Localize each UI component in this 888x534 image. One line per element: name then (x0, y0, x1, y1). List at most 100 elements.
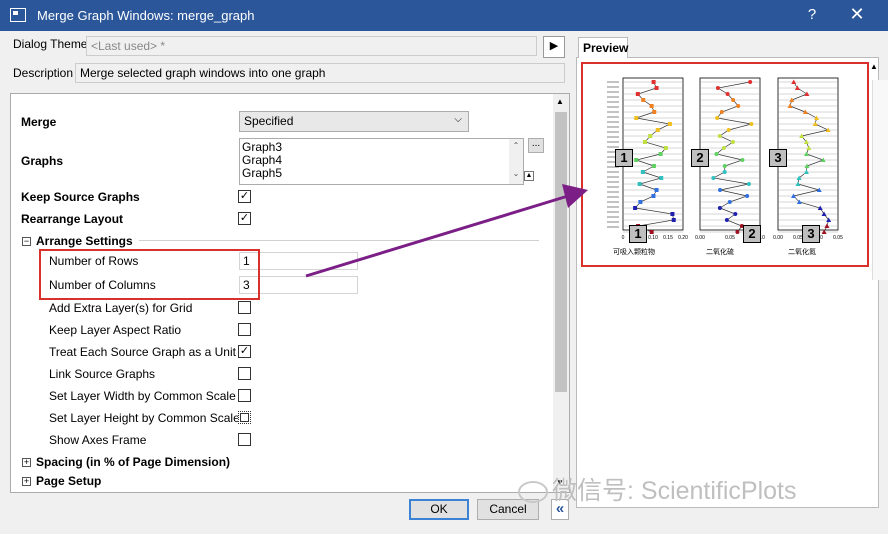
tab-preview[interactable]: Preview (578, 37, 628, 58)
window-title: Merge Graph Windows: merge_graph (37, 8, 255, 23)
x-tick-label: 0.00 (695, 235, 705, 241)
expand-icon[interactable]: + (22, 458, 31, 467)
data-point (633, 206, 638, 210)
arrow-shaft (305, 194, 569, 278)
option-label: Keep Layer Aspect Ratio (49, 323, 182, 337)
data-point (634, 158, 639, 162)
data-point (635, 92, 640, 96)
link-graphs-checkbox[interactable] (238, 367, 251, 380)
data-point (640, 170, 645, 174)
x-tick-label: 0.10 (648, 235, 658, 241)
data-point (803, 151, 809, 156)
data-point (649, 230, 654, 234)
chevron-down-icon: ⌵ (454, 114, 462, 125)
data-point (726, 128, 731, 132)
data-point (654, 188, 659, 192)
keep-source-checkbox[interactable]: ✓ (238, 190, 251, 203)
option-label: Link Source Graphs (49, 367, 156, 381)
data-point (711, 176, 716, 180)
extra-layer-checkbox[interactable] (238, 301, 251, 314)
data-point (652, 110, 657, 114)
data-point (717, 134, 722, 138)
layer-width-checkbox[interactable] (238, 389, 251, 402)
data-point (795, 181, 801, 186)
graphs-list[interactable]: Graph3 Graph4 Graph5 ⌃ ⌄ (239, 138, 524, 185)
theme-menu-button[interactable]: ▶ (543, 36, 565, 58)
browse-graphs-button[interactable]: ... (528, 138, 544, 153)
highlight-box (39, 249, 260, 300)
series-line (789, 81, 830, 233)
data-point (717, 206, 722, 210)
page-setup-label: Page Setup (36, 474, 102, 488)
data-point (671, 218, 676, 222)
data-point (824, 223, 830, 228)
settings-panel: Merge Specified ⌵ Graphs Graph3 Graph4 G… (10, 93, 570, 493)
data-point (820, 157, 826, 162)
window-icon (10, 8, 26, 22)
data-point (730, 140, 735, 144)
data-point (736, 104, 741, 108)
data-point (715, 86, 720, 90)
graphs-label: Graphs (21, 154, 64, 168)
graph-item-graph3[interactable]: Graph3 (242, 141, 521, 154)
data-point (721, 146, 726, 150)
data-point (634, 116, 639, 120)
arrow-head (562, 184, 588, 208)
preview-highlight-box: 00.050.100.150.200.000.050.100.000.050.1… (581, 62, 869, 267)
axes-frame-checkbox[interactable] (238, 433, 251, 446)
data-point (803, 169, 809, 174)
data-point (714, 152, 719, 156)
description-field: Merge selected graph windows into one gr… (75, 63, 565, 83)
scroll-up-icon[interactable]: ▲ (870, 62, 878, 71)
data-point (727, 200, 732, 204)
data-point (825, 127, 831, 132)
rearrange-label: Rearrange Layout (21, 212, 124, 226)
collapse-icon[interactable]: − (22, 237, 31, 246)
data-point (642, 140, 647, 144)
graph-number: 1 (615, 149, 633, 167)
rearrange-checkbox[interactable]: ✓ (238, 212, 251, 225)
data-point (745, 194, 750, 198)
data-point (663, 146, 668, 150)
data-point (655, 128, 660, 132)
panel-scrollbar[interactable]: ▲ ▼ (553, 94, 569, 492)
graph-item-graph4[interactable]: Graph4 (242, 154, 521, 167)
option-label: Set Layer Height by Common Scale (49, 411, 240, 425)
graph-item-graph5[interactable]: Graph5 (242, 167, 521, 180)
data-point (787, 103, 793, 108)
x-tick-label: 0.15 (663, 235, 673, 241)
x-tick-label: 0.05 (833, 235, 843, 241)
expand-icon[interactable]: + (22, 477, 31, 486)
data-point (794, 85, 800, 90)
unit-checkbox[interactable]: ✓ (238, 345, 251, 358)
help-button[interactable]: ? (802, 6, 822, 23)
dialog-theme-field[interactable]: <Last used> * (86, 36, 537, 56)
graph-number: 1 (629, 225, 647, 243)
close-button[interactable]: ✕ (845, 4, 869, 25)
option-label: Set Layer Width by Common Scale (49, 389, 236, 403)
ok-button[interactable]: OK (409, 499, 469, 520)
scroll-up-icon[interactable]: ▲ (556, 97, 564, 106)
aspect-ratio-checkbox[interactable] (238, 323, 251, 336)
wechat-icon (518, 481, 548, 504)
data-point (740, 158, 745, 162)
data-point (638, 200, 643, 204)
data-point (746, 182, 751, 186)
data-point (725, 92, 730, 96)
option-label: Add Extra Layer(s) for Grid (49, 301, 193, 315)
x-tick-label: 0.00 (773, 235, 783, 241)
data-point (806, 145, 812, 150)
layer-height-checkbox[interactable] (238, 411, 251, 424)
data-point (659, 176, 664, 180)
graphs-list-scrollbar[interactable]: ⌃ ⌄ (509, 139, 523, 184)
preview-layers: 00.050.100.150.200.000.050.100.000.050.1… (607, 77, 843, 241)
data-point (641, 98, 646, 102)
data-point (804, 163, 810, 168)
dialog-theme-label: Dialog Theme (13, 37, 88, 51)
watermark: 微信号: ScientificPlots (518, 471, 797, 507)
data-point (735, 230, 740, 234)
merge-select[interactable]: Specified ⌵ (239, 111, 469, 132)
description-label: Description (13, 66, 74, 80)
watermark-text: 微信号: ScientificPlots (552, 477, 797, 505)
series-line (634, 81, 675, 233)
